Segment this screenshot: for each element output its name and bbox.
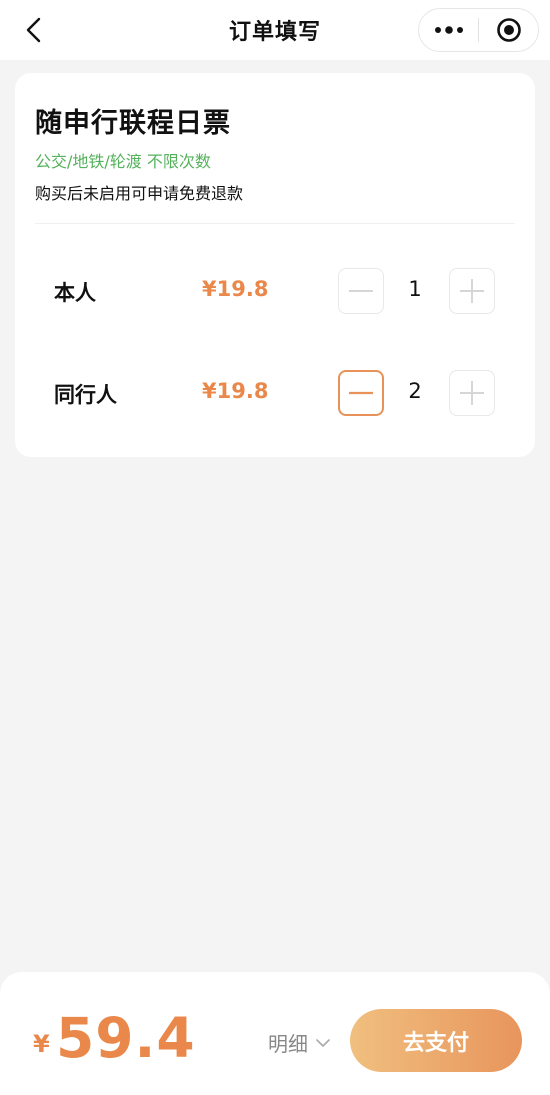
increase-quantity-button[interactable] xyxy=(449,268,495,314)
passenger-row-self: 本人 ¥19.8 1 xyxy=(15,268,535,314)
refund-note: 购买后未启用可申请免费退款 xyxy=(35,184,244,203)
ticket-modes: 公交/地铁/轮渡 不限次数 xyxy=(35,152,211,171)
passenger-label: 同行人 xyxy=(54,383,117,407)
total-amount: 59.4 xyxy=(56,1006,196,1070)
plus-icon xyxy=(460,381,484,405)
plus-icon xyxy=(460,279,484,303)
passenger-label: 本人 xyxy=(54,281,96,305)
passenger-price: ¥19.8 xyxy=(202,277,269,301)
decrease-quantity-button[interactable] xyxy=(338,268,384,314)
passenger-row-companion: 同行人 ¥19.8 2 xyxy=(15,370,535,416)
ticket-title: 随申行联程日票 xyxy=(35,108,231,139)
minus-icon xyxy=(349,391,373,395)
pay-button[interactable]: 去支付 xyxy=(350,1009,522,1072)
quantity-value: 1 xyxy=(408,277,422,301)
currency-symbol: ¥ xyxy=(33,1030,50,1058)
detail-label: 明细 xyxy=(268,1032,308,1056)
divider xyxy=(35,223,515,224)
close-mini-program-button[interactable] xyxy=(479,9,538,51)
minus-icon xyxy=(349,290,373,292)
ticket-card: 随申行联程日票 公交/地铁/轮渡 不限次数 购买后未启用可申请免费退款 本人 ¥… xyxy=(15,73,535,457)
nav-header: 订单填写 xyxy=(0,0,550,60)
checkout-bar: ¥ 59.4 明细 去支付 xyxy=(0,972,550,1095)
target-circle-icon xyxy=(496,18,521,42)
more-dots-icon xyxy=(434,26,463,34)
more-button[interactable] xyxy=(419,9,478,51)
increase-quantity-button[interactable] xyxy=(449,370,495,416)
chevron-down-icon xyxy=(316,1038,330,1047)
decrease-quantity-button[interactable] xyxy=(338,370,384,416)
price-detail-toggle[interactable]: 明细 xyxy=(268,1028,330,1057)
quantity-value: 2 xyxy=(408,379,422,403)
passenger-price: ¥19.8 xyxy=(202,379,269,403)
mini-program-capsule xyxy=(418,8,539,52)
